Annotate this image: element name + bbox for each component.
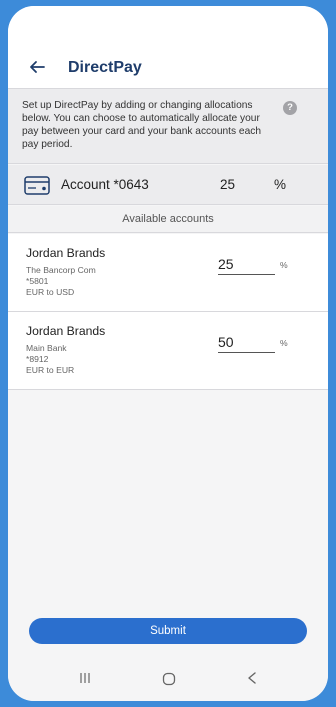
content-area (8, 390, 328, 616)
intro-panel: Set up DirectPay by adding or changing a… (8, 88, 328, 164)
submit-button[interactable]: Submit (29, 618, 307, 644)
primary-account-percent: % (274, 177, 287, 192)
account-list-item: Jordan Brands The Bancorp Com *5801 EUR … (8, 234, 328, 312)
intro-text: Set up DirectPay by adding or changing a… (22, 100, 261, 150)
allocation-input[interactable]: 50 (218, 332, 275, 353)
available-accounts-header: Available accounts (8, 206, 328, 233)
account-currency: EUR to EUR (26, 365, 75, 375)
help-icon[interactable]: ? (283, 101, 297, 115)
primary-account-value: 25 (220, 177, 236, 192)
recent-apps-icon[interactable] (79, 672, 91, 684)
account-bank: The Bancorp Com (26, 265, 96, 275)
primary-account-row: Account *0643 25 % (8, 165, 328, 205)
allocation-percent: % (280, 260, 288, 270)
back-icon[interactable] (246, 671, 258, 685)
account-name: Jordan Brands (26, 246, 106, 260)
account-currency: EUR to USD (26, 287, 75, 297)
home-icon[interactable] (162, 672, 176, 686)
card-icon (24, 176, 50, 195)
primary-account-label: Account *0643 (61, 177, 149, 192)
account-number: *5801 (26, 276, 49, 286)
system-navbar (8, 660, 328, 701)
account-name: Jordan Brands (26, 324, 106, 338)
app-header: DirectPay (8, 6, 328, 88)
page-title: DirectPay (68, 59, 142, 76)
account-number: *8912 (26, 354, 49, 364)
back-arrow-icon[interactable] (28, 58, 46, 76)
allocation-percent: % (280, 338, 288, 348)
account-bank: Main Bank (26, 343, 67, 353)
account-list-item: Jordan Brands Main Bank *8912 EUR to EUR… (8, 312, 328, 390)
phone-screen: DirectPay Set up DirectPay by adding or … (8, 6, 328, 701)
allocation-input[interactable]: 25 (218, 254, 275, 275)
